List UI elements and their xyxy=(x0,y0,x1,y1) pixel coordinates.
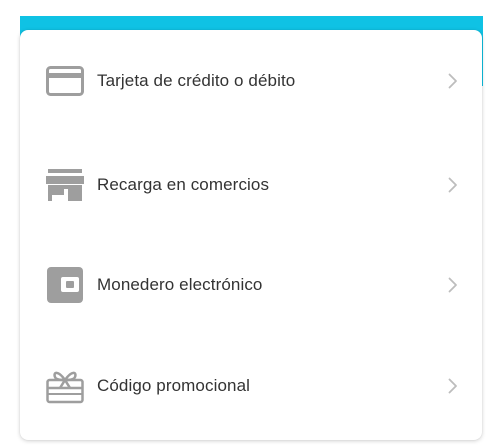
credit-card-icon xyxy=(46,62,84,100)
chevron-right-icon xyxy=(446,376,460,396)
payment-methods-card: Tarjeta de crédito o débito Recarga en c… xyxy=(20,30,482,440)
payment-method-label: Tarjeta de crédito o débito xyxy=(97,71,296,90)
payment-method-e-wallet[interactable]: Monedero electrónico xyxy=(20,240,482,330)
store-icon xyxy=(46,166,84,204)
payment-method-label: Código promocional xyxy=(97,376,250,395)
payment-method-label: Recarga en comercios xyxy=(97,175,270,194)
payment-method-promo-code[interactable]: Código promocional xyxy=(20,341,482,431)
payment-method-store-recharge[interactable]: Recarga en comercios xyxy=(20,140,482,230)
chevron-right-icon xyxy=(446,71,460,91)
chevron-right-icon xyxy=(446,275,460,295)
payment-method-credit-card[interactable]: Tarjeta de crédito o débito xyxy=(20,36,482,126)
wallet-icon xyxy=(46,266,84,304)
payment-method-label: Monedero electrónico xyxy=(97,275,263,294)
gift-card-icon xyxy=(46,367,84,405)
chevron-right-icon xyxy=(446,175,460,195)
